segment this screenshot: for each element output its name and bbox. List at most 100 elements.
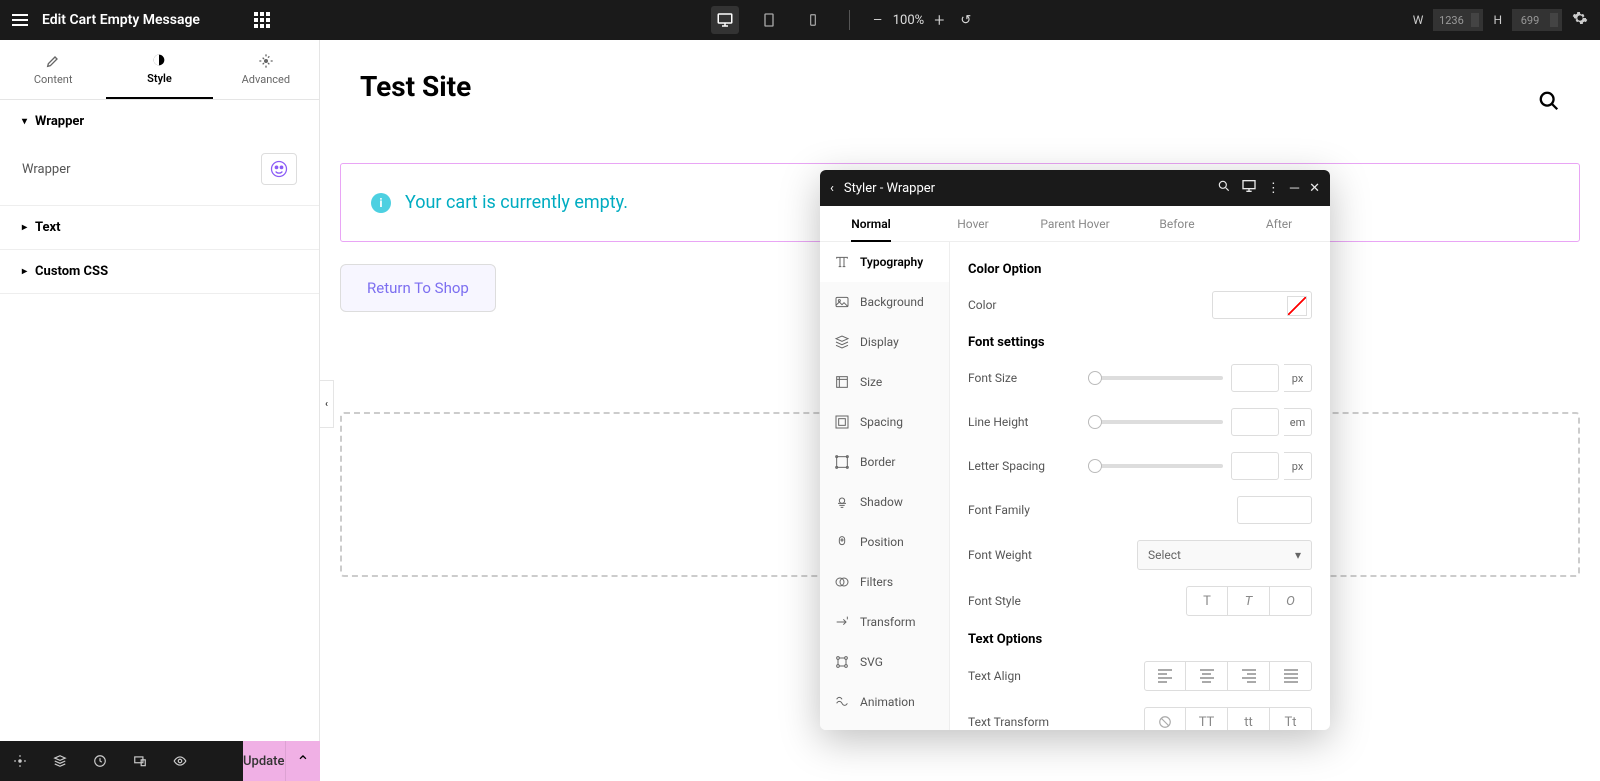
font-style-normal[interactable]: T bbox=[1186, 586, 1228, 616]
font-size-unit[interactable]: px bbox=[1284, 364, 1312, 392]
height-label: H bbox=[1493, 13, 1502, 27]
bottom-toolbar: Update ⌃ bbox=[0, 741, 320, 781]
font-size-slider[interactable] bbox=[1088, 376, 1223, 380]
update-options-button[interactable]: ⌃ bbox=[285, 741, 320, 781]
caret-right-icon: ▸ bbox=[22, 222, 27, 233]
menu-icon[interactable] bbox=[12, 14, 28, 26]
desktop-icon[interactable] bbox=[711, 6, 739, 34]
letter-spacing-input[interactable] bbox=[1231, 452, 1279, 480]
tab-advanced[interactable]: Advanced bbox=[213, 40, 319, 99]
section-wrapper-title: Wrapper bbox=[35, 114, 84, 129]
navigator-icon[interactable] bbox=[40, 741, 80, 781]
minimize-icon[interactable]: ─ bbox=[1290, 180, 1299, 196]
cat-typography[interactable]: Typography bbox=[820, 242, 949, 282]
line-height-input[interactable] bbox=[1231, 408, 1279, 436]
site-title: Test Site bbox=[360, 70, 1600, 103]
cat-svg[interactable]: SVG bbox=[820, 642, 949, 682]
state-tab-before[interactable]: Before bbox=[1126, 206, 1228, 241]
section-text-title: Text bbox=[35, 220, 61, 235]
open-styler-button[interactable] bbox=[261, 153, 297, 185]
align-left-button[interactable] bbox=[1144, 661, 1186, 691]
tab-advanced-label: Advanced bbox=[242, 73, 290, 86]
settings-icon[interactable] bbox=[1572, 10, 1588, 30]
font-size-input[interactable] bbox=[1231, 364, 1279, 392]
align-right-button[interactable] bbox=[1228, 661, 1270, 691]
cat-shadow[interactable]: Shadow bbox=[820, 482, 949, 522]
cat-display[interactable]: Display bbox=[820, 322, 949, 362]
section-text-header[interactable]: ▸ Text bbox=[0, 206, 319, 249]
zoom-out-button[interactable]: − bbox=[872, 10, 882, 31]
width-input[interactable] bbox=[1433, 9, 1483, 31]
cat-transform[interactable]: Transform bbox=[820, 602, 949, 642]
line-height-label: Line Height bbox=[968, 415, 1028, 429]
cat-border[interactable]: Border bbox=[820, 442, 949, 482]
more-icon[interactable]: ⋮ bbox=[1267, 181, 1280, 196]
mobile-icon[interactable] bbox=[799, 6, 827, 34]
zoom-in-button[interactable]: + bbox=[934, 10, 944, 31]
line-height-slider[interactable] bbox=[1088, 420, 1223, 424]
properties-panel: Color Option Color Font settings Font Si… bbox=[950, 242, 1330, 730]
styler-panel: ‹ Styler - Wrapper ⋮ ─ ✕ Normal Hover Pa… bbox=[820, 170, 1330, 730]
font-style-italic[interactable]: T bbox=[1228, 586, 1270, 616]
cat-background[interactable]: Background bbox=[820, 282, 949, 322]
font-weight-label: Font Weight bbox=[968, 548, 1032, 562]
section-customcss-header[interactable]: ▸ Custom CSS bbox=[0, 250, 319, 293]
return-to-shop-button[interactable]: Return To Shop bbox=[340, 264, 496, 312]
color-picker[interactable] bbox=[1212, 291, 1312, 319]
text-options-title: Text Options bbox=[968, 632, 1312, 647]
cat-animation[interactable]: Animation bbox=[820, 682, 949, 722]
chevron-down-icon: ▾ bbox=[1295, 548, 1301, 562]
history-icon[interactable] bbox=[80, 741, 120, 781]
letter-spacing-unit[interactable]: px bbox=[1284, 452, 1312, 480]
tab-style-label: Style bbox=[147, 72, 172, 85]
state-tab-hover[interactable]: Hover bbox=[922, 206, 1024, 241]
close-icon[interactable]: ✕ bbox=[1309, 181, 1320, 196]
text-transform-cap[interactable]: Tt bbox=[1270, 707, 1312, 730]
cat-position[interactable]: Position bbox=[820, 522, 949, 562]
tab-content[interactable]: Content bbox=[0, 40, 106, 99]
section-wrapper-header[interactable]: ▾ Wrapper bbox=[0, 100, 319, 143]
page-title: Edit Cart Empty Message bbox=[42, 12, 200, 28]
apps-icon[interactable] bbox=[254, 12, 270, 28]
color-option-title: Color Option bbox=[968, 262, 1312, 277]
font-weight-select[interactable]: Select▾ bbox=[1137, 540, 1312, 570]
preview-icon[interactable] bbox=[160, 741, 200, 781]
undo-icon[interactable]: ↺ bbox=[960, 13, 971, 28]
state-tab-after[interactable]: After bbox=[1228, 206, 1330, 241]
settings-icon[interactable] bbox=[0, 741, 40, 781]
font-family-label: Font Family bbox=[968, 503, 1030, 517]
desktop-icon[interactable] bbox=[1241, 178, 1257, 198]
font-style-oblique[interactable]: O bbox=[1270, 586, 1312, 616]
search-icon[interactable] bbox=[1217, 179, 1231, 197]
cat-filters[interactable]: Filters bbox=[820, 562, 949, 602]
caret-right-icon: ▸ bbox=[22, 266, 27, 277]
text-transform-label: Text Transform bbox=[968, 715, 1049, 729]
state-tab-normal[interactable]: Normal bbox=[820, 206, 922, 241]
section-customcss-title: Custom CSS bbox=[35, 264, 108, 279]
font-style-label: Font Style bbox=[968, 594, 1021, 608]
text-align-label: Text Align bbox=[968, 669, 1021, 683]
letter-spacing-slider[interactable] bbox=[1088, 464, 1223, 468]
align-center-button[interactable] bbox=[1186, 661, 1228, 691]
tab-style[interactable]: Style bbox=[106, 40, 212, 99]
align-justify-button[interactable] bbox=[1270, 661, 1312, 691]
cat-spacing[interactable]: Spacing bbox=[820, 402, 949, 442]
state-tab-parent-hover[interactable]: Parent Hover bbox=[1024, 206, 1126, 241]
back-icon[interactable]: ‹ bbox=[830, 181, 834, 196]
cat-size[interactable]: Size bbox=[820, 362, 949, 402]
line-height-unit[interactable]: em bbox=[1284, 408, 1312, 436]
responsive-icon[interactable] bbox=[120, 741, 160, 781]
text-transform-upper[interactable]: TT bbox=[1186, 707, 1228, 730]
search-icon[interactable] bbox=[1538, 90, 1560, 116]
tablet-icon[interactable] bbox=[755, 6, 783, 34]
category-list: Typography Background Display Size Spaci… bbox=[820, 242, 950, 730]
styler-title: Styler - Wrapper bbox=[844, 181, 935, 196]
font-family-input[interactable] bbox=[1237, 496, 1312, 524]
height-input[interactable] bbox=[1512, 9, 1562, 31]
text-transform-lower[interactable]: tt bbox=[1228, 707, 1270, 730]
text-transform-none[interactable] bbox=[1144, 707, 1186, 730]
update-button[interactable]: Update bbox=[243, 741, 286, 781]
top-bar: Edit Cart Empty Message − 100% + ↺ W H bbox=[0, 0, 1600, 40]
font-settings-title: Font settings bbox=[968, 335, 1312, 350]
collapse-sidebar-button[interactable]: ‹ bbox=[320, 380, 334, 428]
